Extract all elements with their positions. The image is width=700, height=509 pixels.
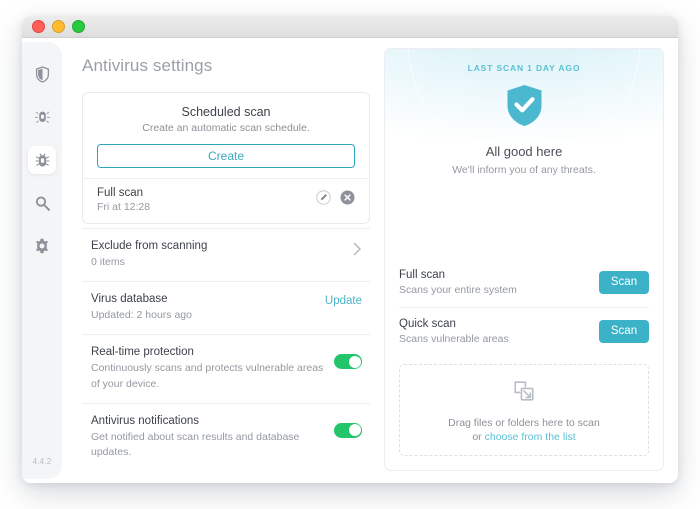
sidebar-item-preferences[interactable]: [28, 232, 56, 260]
settings-row-antivirus-notifications-text: Antivirus notifications Get notified abo…: [91, 415, 334, 460]
create-schedule-button[interactable]: Create: [97, 144, 355, 168]
scan-row-quick: Quick scan Scans vulnerable areas Scan: [399, 308, 649, 356]
dropzone-secondary-text: or choose from the list: [408, 431, 640, 443]
sidebar: 4.4.2: [22, 42, 62, 479]
full-scan-button[interactable]: Scan: [599, 271, 649, 294]
scan-name: Full scan: [399, 269, 446, 281]
shield-icon: [35, 65, 50, 83]
settings-row-exclude-control: [353, 240, 368, 261]
scan-name: Quick scan: [399, 318, 456, 330]
settings-row-virus-database: Virus database Updated: 2 hours ago Upda…: [82, 282, 370, 336]
scheduled-scan-entry: Full scan Fri at 12:28: [83, 179, 369, 223]
real-time-protection-toggle[interactable]: [334, 354, 362, 370]
scheduled-scan-title: Scheduled scan: [181, 105, 271, 119]
scheduled-scan-subtitle: Create an automatic scan schedule.: [142, 122, 310, 134]
settings-row-real-time-protection: Real-time protection Continuously scans …: [82, 335, 370, 404]
minimize-window-button[interactable]: [52, 20, 65, 33]
app-window: 4.4.2 Antivirus settings Scheduled scan …: [22, 16, 678, 483]
close-circle-icon[interactable]: [340, 190, 355, 210]
bug-icon: [35, 152, 50, 169]
settings-row-exclude-text: Exclude from scanning 0 items: [91, 240, 353, 270]
scan-description: Scans your entire system: [399, 284, 517, 296]
settings-row-subtitle: Get notified about scan results and data…: [91, 430, 300, 459]
scheduled-scan-entry-time: Fri at 12:28: [97, 201, 151, 213]
magnifier-icon: [34, 195, 51, 212]
hero-ring-decoration: [385, 49, 663, 231]
last-scan-label: LAST SCAN 1 DAY AGO: [467, 63, 581, 73]
settings-row-real-time-protection-text: Real-time protection Continuously scans …: [91, 346, 334, 391]
toggle-knob: [348, 424, 361, 437]
page-title: Antivirus settings: [82, 56, 213, 75]
sidebar-item-search[interactable]: [28, 189, 56, 217]
settings-row-exclude[interactable]: Exclude from scanning 0 items: [82, 228, 370, 283]
settings-row-subtitle: 0 items: [91, 256, 125, 268]
gear-icon: [34, 238, 50, 254]
window-body: 4.4.2 Antivirus settings Scheduled scan …: [22, 38, 678, 483]
settings-row-antivirus-notifications: Antivirus notifications Get notified abo…: [82, 404, 370, 471]
file-dropzone[interactable]: Drag files or folders here to scan or ch…: [399, 364, 649, 456]
settings-row-subtitle: Continuously scans and protects vulnerab…: [91, 362, 324, 390]
scan-row-full: Full scan Scans your entire system Scan: [399, 259, 649, 308]
quick-scan-button[interactable]: Scan: [599, 320, 649, 343]
scan-row-full-text: Full scan Scans your entire system: [399, 269, 599, 296]
status-panel: LAST SCAN 1 DAY AGO All good here We'll …: [384, 48, 664, 471]
main-content: Antivirus settings Scheduled scan Create…: [62, 38, 678, 483]
scan-list: Full scan Scans your entire system Scan …: [385, 259, 663, 356]
settings-row-title: Real-time protection: [91, 346, 194, 359]
scheduled-scan-section: Scheduled scan Create an automatic scan …: [83, 93, 369, 179]
settings-row-virus-database-text: Virus database Updated: 2 hours ago: [91, 293, 325, 323]
status-subtitle: We'll inform you of any threats.: [452, 164, 596, 176]
sidebar-item-threats[interactable]: [28, 103, 56, 131]
version-label: 4.4.2: [32, 457, 52, 466]
settings-column: Antivirus settings Scheduled scan Create…: [82, 48, 370, 471]
status-title: All good here: [485, 144, 563, 159]
scheduled-scan-entry-text: Full scan Fri at 12:28: [97, 187, 316, 213]
toggle-knob: [348, 355, 361, 368]
scheduled-scan-entry-actions: [316, 190, 355, 210]
scan-row-quick-text: Quick scan Scans vulnerable areas: [399, 318, 599, 345]
pencil-circle-icon[interactable]: [316, 190, 331, 210]
update-database-link[interactable]: Update: [325, 295, 368, 307]
dropzone-primary-text: Drag files or folders here to scan: [448, 417, 600, 429]
window-titlebar: [22, 16, 678, 38]
status-hero: LAST SCAN 1 DAY AGO All good here We'll …: [385, 49, 663, 231]
bug-alert-icon: [34, 108, 51, 126]
settings-row-title: Virus database: [91, 293, 168, 306]
settings-row-title: Exclude from scanning: [91, 240, 208, 252]
sidebar-item-antivirus[interactable]: [28, 146, 56, 174]
close-window-button[interactable]: [32, 20, 45, 33]
drop-files-icon: [408, 379, 640, 408]
settings-card: Scheduled scan Create an automatic scan …: [82, 92, 370, 224]
settings-row-real-time-protection-control: [334, 346, 368, 370]
settings-row-subtitle: Updated: 2 hours ago: [91, 309, 192, 322]
antivirus-notifications-toggle[interactable]: [334, 422, 362, 438]
chevron-right-icon[interactable]: [353, 242, 368, 261]
choose-from-list-link[interactable]: choose from the list: [485, 431, 576, 443]
settings-row-virus-database-control: Update: [325, 293, 368, 307]
maximize-window-button[interactable]: [72, 20, 85, 33]
scan-description: Scans vulnerable areas: [399, 333, 509, 345]
shield-check-icon: [395, 84, 653, 132]
settings-row-antivirus-notifications-control: [334, 415, 368, 438]
sidebar-item-protection[interactable]: [28, 60, 56, 88]
scheduled-scan-entry-name: Full scan: [97, 187, 144, 199]
dropzone-prefix: or: [472, 431, 485, 443]
settings-row-title: Antivirus notifications: [91, 414, 200, 427]
